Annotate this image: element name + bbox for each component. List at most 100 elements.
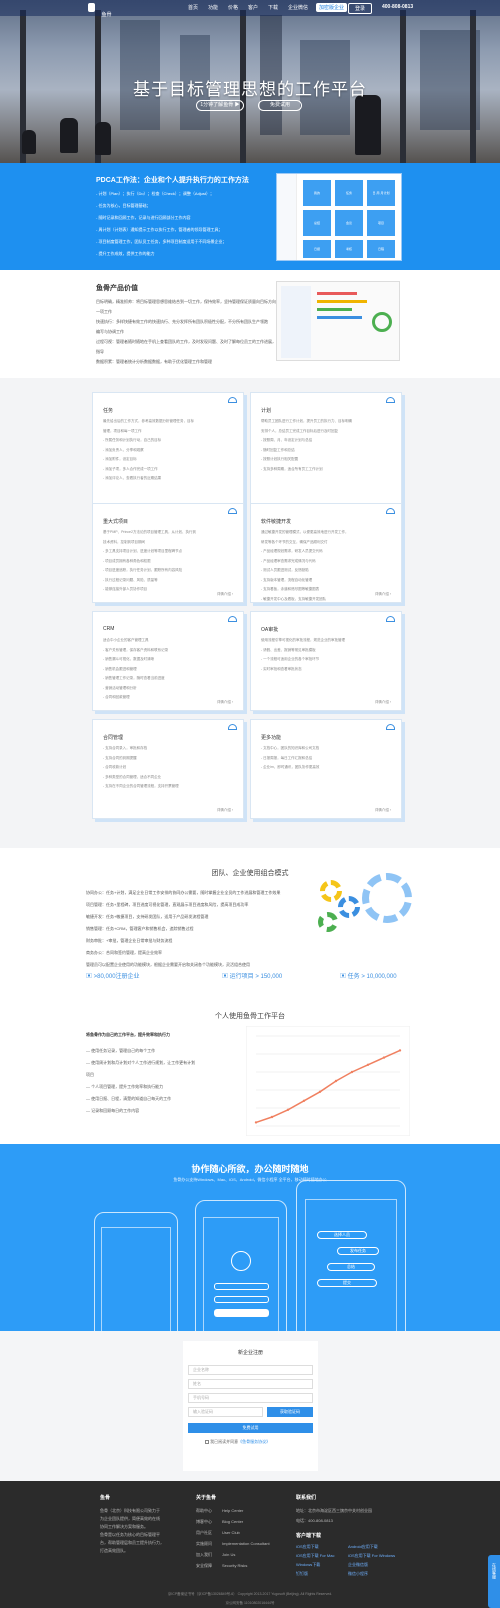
footer-link[interactable]: 博客中心 xyxy=(196,1519,212,1525)
free-trial-submit-button[interactable]: 免费试用 xyxy=(188,1423,313,1433)
team-line: 项目管理：任务+里程碑，项目进度可视化管理，直观展示项目进度和风险，提高项目成功… xyxy=(86,902,249,907)
icp-record: 京公网安备 11010802016444号 xyxy=(225,1601,275,1605)
pdca-title: PDCA工作法：企业和个人提升执行力的工作方法 xyxy=(96,177,249,184)
personal-line: — 个人项目管理，提升工作效率和执行能力 xyxy=(86,1084,164,1089)
pdca-line: - 计划（Plan）；执行（Do）；检查（Check）；调整（Adjust）； xyxy=(96,191,215,196)
footer-about-line: 协同工作解决方案和服务。 xyxy=(100,1524,148,1529)
nav-wechat-work[interactable]: 企业微信 xyxy=(288,4,308,11)
feature-card[interactable]: 合同管理 - 支持合同录入，审批和存档 - 支持合同的到期提醒 - 合同收款计划 - 多… xyxy=(92,719,244,819)
feature-more-link[interactable]: 详情介绍 › xyxy=(375,592,391,597)
feature-card[interactable]: 重大式项目 基于PMP、Prince2方法论的项目管理工具，从计划、执行到 技术资料… xyxy=(92,503,244,603)
feature-card-line: - 合同和回款管理 xyxy=(103,695,130,699)
download-link[interactable]: iOS应用下载 For Mac xyxy=(296,1553,334,1559)
footer-link-en[interactable]: Blog Center xyxy=(222,1519,243,1524)
pdca-section xyxy=(0,163,500,270)
feature-more-link[interactable]: 详情介绍 › xyxy=(217,808,233,813)
agree-link[interactable]: 《鱼骨服务协议》 xyxy=(238,1439,270,1444)
footer-link[interactable]: 用户社区 xyxy=(196,1530,212,1536)
feature-more-link[interactable]: 详情介绍 › xyxy=(375,808,391,813)
footer-link-en[interactable]: User Club xyxy=(222,1530,240,1535)
footer-link-en[interactable]: Security Risks xyxy=(222,1563,247,1568)
stat-tasks: ▣ 任务 > 10,000,000 xyxy=(340,974,397,980)
avatar-icon xyxy=(231,1251,251,1271)
pdca-line: - 随时记录和回顾工作，记录与进行回顾部分工作内容 xyxy=(96,215,191,220)
gear-icon xyxy=(362,873,412,923)
feature-card-line: 通过敏捷开发的管理模式，以便更高效地进行开发工作， xyxy=(261,530,349,534)
chart-point xyxy=(382,1056,386,1059)
footer-link[interactable]: 安全保障 xyxy=(196,1563,212,1569)
feature-card-line: - 敏捷开发中心及看板，支持敏捷开发团队 xyxy=(261,596,327,601)
online-service-button[interactable]: 在线客服 xyxy=(488,1555,500,1608)
mobile-subtitle: 鱼骨办公支持Windows、Mac、iOS、Android，微信小程序 全平台，… xyxy=(173,1177,327,1182)
feature-card-line: 适合中小企业的客户管理工具 xyxy=(103,638,149,642)
nav-home[interactable]: 首页 xyxy=(188,4,198,11)
video-button[interactable]: 1分钟了解鱼骨 ▶ xyxy=(196,100,244,111)
cloud-icon xyxy=(228,616,237,622)
download-link[interactable]: 微信小程序 xyxy=(348,1571,368,1577)
nav-customers[interactable]: 客户 xyxy=(248,4,258,11)
download-link[interactable]: 企业微信版 xyxy=(348,1562,368,1568)
tile-mine: 我的 xyxy=(303,180,331,206)
download-link[interactable]: iOS应用下载 xyxy=(296,1544,319,1550)
team-line: 商务办公：合同和签约管理，提高企业效率 xyxy=(86,950,162,955)
get-code-button[interactable]: 获取验证码 xyxy=(267,1407,313,1417)
feature-card-line: - 支持多种周期，适合所有员工工作计划 xyxy=(261,466,323,471)
company-name-input[interactable]: 企业名称 xyxy=(188,1365,313,1375)
feature-card-line: - 执行过程记录问题、风险、质量等 xyxy=(103,577,158,582)
gear-icon xyxy=(338,896,360,918)
feature-card-line: - 支持合同录入，审批和存档 xyxy=(103,746,148,750)
feature-card[interactable]: 软件敏捷开发 通过敏捷开发的管理模式，以便更高效地进行开发工作， 研发等各个环节的交… xyxy=(250,503,402,603)
feature-more-link[interactable]: 详情介绍 › xyxy=(217,592,233,597)
feature-card[interactable]: OA审批 使用流程引擎可视化的审批流程，规范企业的审批管理 - 请假、出差、报销等常… xyxy=(250,611,402,711)
cloud-icon xyxy=(228,508,237,514)
login-button[interactable]: 登录 xyxy=(348,3,373,14)
personal-line: — 使用任务记录，管理自己的每个工作 xyxy=(86,1048,156,1053)
cloud-icon xyxy=(386,397,395,403)
feature-card-line: 使用流程引擎可视化的审批流程，规范企业的审批管理 xyxy=(261,638,345,642)
chart-point xyxy=(302,1099,306,1102)
feature-card-title: OA审批 xyxy=(261,627,279,633)
feature-card[interactable]: 更多功能 - 文档中心，团队的知识库和公司文档 - 日报周报，每日工作汇报和总结 - … xyxy=(250,719,402,819)
cloud-icon xyxy=(228,724,237,730)
pdca-line: - 项目制度管理工作，团队员工任务，多种项目制度适用于不同场景企业； xyxy=(96,239,227,244)
chart-point xyxy=(270,1115,274,1119)
cloud-icon xyxy=(386,724,395,730)
footer-link[interactable]: 帮助中心 xyxy=(196,1508,212,1514)
nav-private-edition[interactable]: 加密版企业 xyxy=(316,3,348,12)
download-link[interactable]: Windows下载 xyxy=(296,1562,320,1568)
nav-download[interactable]: 下载 xyxy=(268,4,278,11)
footer-link-en[interactable]: Implementation Consultant xyxy=(222,1541,270,1546)
logo[interactable]: 鱼骨 xyxy=(88,3,114,18)
footer-link-en[interactable]: Join Us xyxy=(222,1552,235,1557)
feature-card-line: - 添加附件，设定目标 xyxy=(103,457,137,461)
nav-features[interactable]: 功能 xyxy=(208,4,218,11)
agree-checkbox[interactable] xyxy=(205,1439,209,1444)
feature-more-link[interactable]: 详情介绍 › xyxy=(375,700,391,705)
footer-link-en[interactable]: Help Center xyxy=(222,1508,243,1513)
name-input[interactable]: 姓名 xyxy=(188,1379,313,1389)
download-link[interactable]: iOS应用下载 For Windows xyxy=(348,1553,395,1559)
footer-about-line: 鱼骨是以任务为核心的目标管理平 xyxy=(100,1532,160,1537)
footer-link[interactable]: 实施顾问 xyxy=(196,1541,212,1547)
growth-chart xyxy=(246,1026,410,1136)
feature-card-line: - 文档中心，团队的知识库和公司文档 xyxy=(261,746,320,750)
feature-card-line: - 项目进度追踪，执行任务计划，跟踪所有内容风险 xyxy=(103,568,183,572)
logo-text: 鱼骨 xyxy=(101,12,112,18)
verify-code-input[interactable]: 输入验证码 xyxy=(188,1407,263,1417)
feature-card-line: 管理，项目和每一项工作 xyxy=(103,428,142,433)
tile-review: 考核 xyxy=(335,240,363,258)
footer-phone: 电话：400-808-0813 xyxy=(296,1518,333,1523)
feature-more-link[interactable]: 详情介绍 › xyxy=(217,700,233,705)
phone-input[interactable]: 手机号码 xyxy=(188,1393,313,1403)
feature-card-line: 最先给出后的工作方式，参考高效数据分析管理任务，目标 xyxy=(103,419,194,423)
trial-button[interactable]: 免费试用 xyxy=(258,100,302,111)
footer-link[interactable]: 加入我们 xyxy=(196,1552,212,1558)
nav-pricing[interactable]: 价格 xyxy=(228,4,238,11)
feature-card-line: - 随时回复工作和总结 xyxy=(261,447,295,452)
download-link[interactable]: Android应用下载 xyxy=(348,1544,378,1550)
team-line: 敏捷开发：任务+敏捷项目，支持研发团队，适用于产品研发流程管理 xyxy=(86,914,209,919)
footer-download-title: 客户端下载 xyxy=(296,1533,322,1539)
download-link[interactable]: 钉钉版 xyxy=(296,1571,308,1577)
footer-about-line: 台，帮助管理层和员工提升执行力， xyxy=(100,1540,164,1545)
feature-card[interactable]: CRM 适合中小企业的客户管理工具 - 客户关系管理，保存客户资料和联系记录 - 销售… xyxy=(92,611,244,711)
